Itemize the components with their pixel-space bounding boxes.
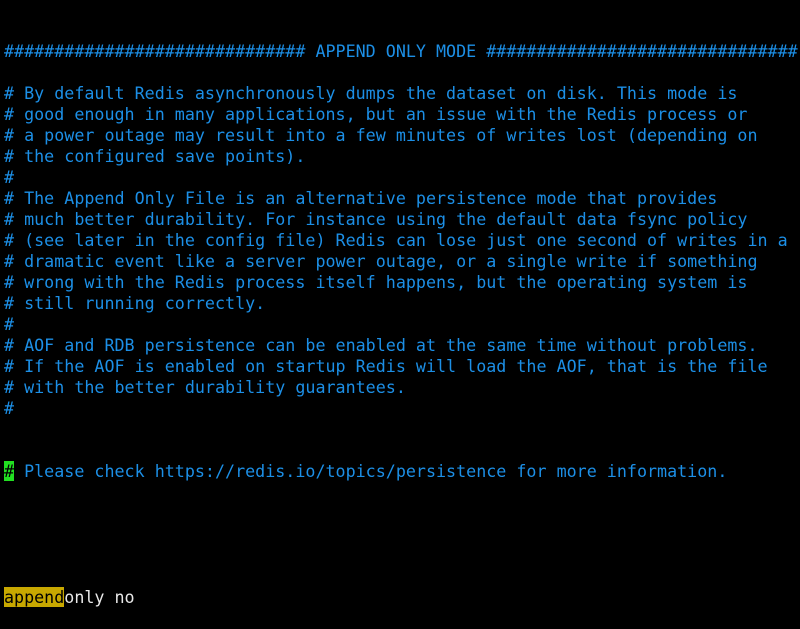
comment-line: # — [4, 314, 15, 334]
config-text: only no — [64, 587, 135, 607]
comment-line: # still running correctly. — [4, 293, 266, 313]
comment-line: # If the AOF is enabled on startup Redis… — [4, 356, 768, 376]
section-header: ############################## APPEND ON… — [4, 41, 798, 61]
comment-line: # dramatic event like a server power out… — [4, 251, 758, 271]
comment-line: # good enough in many applications, but … — [4, 104, 748, 124]
comment-line: # — [4, 398, 15, 418]
search-match: append — [4, 587, 65, 607]
comment-line: # the configured save points). — [4, 146, 306, 166]
comment-line: # (see later in the config file) Redis c… — [4, 230, 788, 250]
comment-line: # a power outage may result into a few m… — [4, 125, 758, 145]
comment-text: Please check https://redis.io/topics/per… — [14, 461, 728, 481]
comment-line: # By default Redis asynchronously dumps … — [4, 83, 738, 103]
comment-lines: ############################## APPEND ON… — [4, 41, 798, 419]
comment-line: # wrong with the Redis process itself ha… — [4, 272, 748, 292]
comment-line — [4, 62, 798, 83]
config-line-appendonly: appendonly no — [4, 587, 798, 608]
comment-line: # The Append Only File is an alternative… — [4, 188, 718, 208]
comment-line: # with the better durability guarantees. — [4, 377, 406, 397]
text-cursor: # — [4, 461, 15, 481]
comment-line: # AOF and RDB persistence can be enabled… — [4, 335, 758, 355]
comment-line: # much better durability. For instance u… — [4, 209, 748, 229]
cursor-line: # Please check https://redis.io/topics/p… — [4, 461, 798, 482]
comment-line: # — [4, 167, 15, 187]
vim-editor[interactable]: ############################## APPEND ON… — [4, 0, 798, 629]
